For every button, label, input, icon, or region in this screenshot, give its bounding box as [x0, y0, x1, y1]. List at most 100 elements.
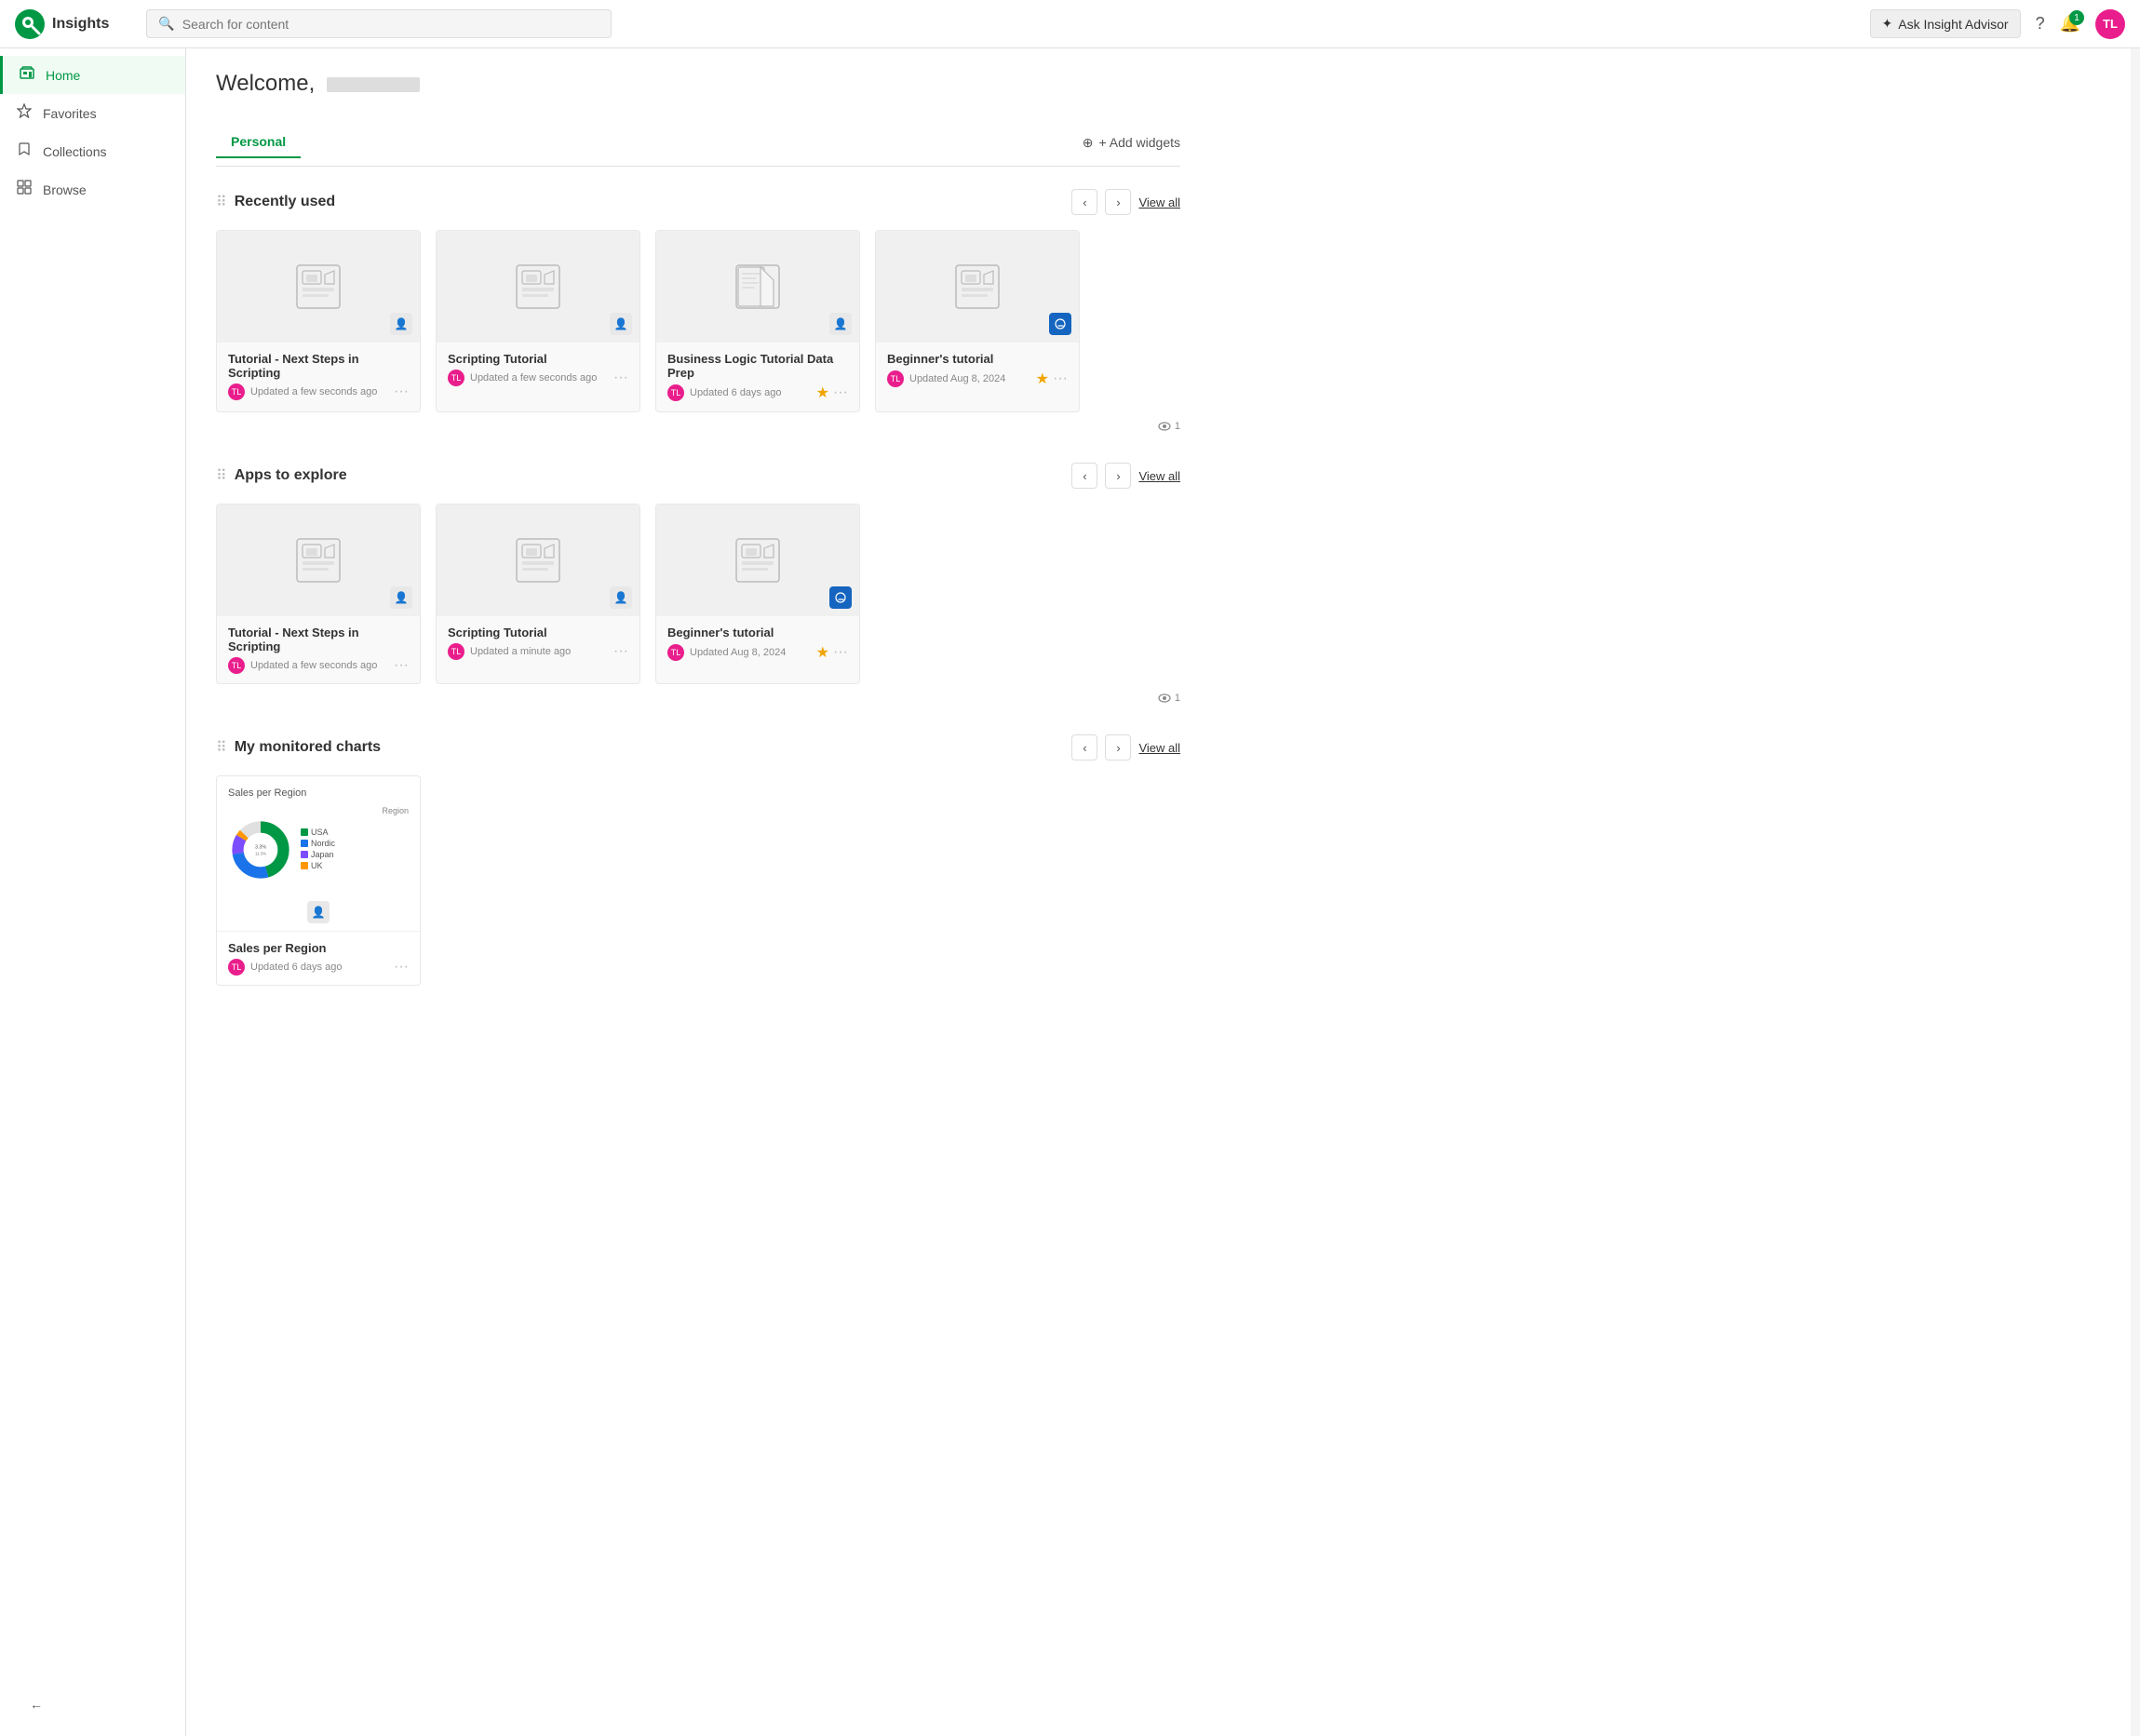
card-avatar-3: TL	[887, 370, 904, 387]
card-apps-0[interactable]: 👤 Tutorial - Next Steps in Scripting TL …	[216, 504, 421, 684]
card-thumb-3	[876, 231, 1079, 343]
monitored-charts-header: ⠿ My monitored charts ‹ › View all	[216, 734, 1180, 760]
card-more-button-2[interactable]: ···	[833, 384, 848, 402]
card-recently-used-3[interactable]: Beginner's tutorial TL Updated Aug 8, 20…	[875, 230, 1080, 412]
sidebar-item-home[interactable]: Home	[0, 56, 185, 94]
app-thumb-icon	[734, 263, 781, 310]
star-icon	[15, 103, 34, 123]
sidebar-item-label-home: Home	[46, 68, 80, 83]
notifications-button[interactable]: 🔔 1	[2060, 14, 2080, 34]
recently-used-nav: ‹ › View all	[1071, 189, 1180, 215]
recently-used-prev-button[interactable]: ‹	[1071, 189, 1097, 215]
card-more-button-3[interactable]: ···	[1053, 370, 1068, 388]
card-recently-used-0[interactable]: 👤 Tutorial - Next Steps in Scripting TL …	[216, 230, 421, 412]
collapse-icon: ←	[30, 1697, 43, 1712]
recently-used-next-button[interactable]: ›	[1105, 189, 1131, 215]
chart-inner-title: Sales per Region	[228, 787, 409, 799]
apps-prev-button[interactable]: ‹	[1071, 463, 1097, 489]
card-avatar-1: TL	[448, 370, 464, 386]
card-more-button-apps-1[interactable]: ···	[613, 643, 628, 660]
sidebar-item-label-favorites: Favorites	[43, 106, 97, 121]
section-title-group: ⠿ Recently used	[216, 193, 335, 211]
card-owner-icon-1: 👤	[610, 313, 632, 335]
welcome-user-blur	[327, 77, 420, 92]
card-owner-icon-3	[1049, 313, 1071, 335]
recently-used-section: ⠿ Recently used ‹ › View all	[216, 189, 1180, 433]
sidebar-item-collections[interactable]: Collections	[0, 132, 185, 170]
apps-to-explore-header: ⠿ Apps to explore ‹ › View all	[216, 463, 1180, 489]
sidebar-item-label-collections: Collections	[43, 144, 106, 159]
qlik-logo-icon	[15, 9, 45, 39]
drag-handle-apps[interactable]: ⠿	[216, 466, 227, 485]
card-more-button-apps-0[interactable]: ···	[394, 657, 409, 674]
search-icon: 🔍	[158, 16, 174, 32]
apps-to-explore-title: Apps to explore	[235, 467, 347, 484]
card-thumb-0: 👤	[217, 231, 420, 343]
card-meta-2: TL Updated 6 days ago	[667, 384, 781, 401]
chart-card-more-button[interactable]: ···	[394, 959, 409, 976]
search-bar[interactable]: 🔍	[146, 9, 612, 38]
apps-to-explore-cards: 👤 Tutorial - Next Steps in Scripting TL …	[216, 504, 1180, 684]
card-apps-1[interactable]: 👤 Scripting Tutorial TL Updated a minute…	[436, 504, 640, 684]
sidebar-item-favorites[interactable]: Favorites	[0, 94, 185, 132]
sidebar-item-browse[interactable]: Browse	[0, 170, 185, 209]
welcome-title: Welcome,	[216, 71, 420, 97]
card-title-3: Beginner's tutorial	[887, 352, 1068, 366]
app-title: Insights	[52, 16, 109, 33]
eye-icon	[1158, 692, 1171, 705]
charts-view-all[interactable]: View all	[1138, 741, 1180, 755]
add-widgets-button[interactable]: ⊕ + Add widgets	[1083, 135, 1180, 151]
card-avatar-0: TL	[228, 384, 245, 400]
card-more-button-1[interactable]: ···	[613, 370, 628, 386]
sidebar-item-label-browse: Browse	[43, 182, 87, 197]
card-star-button-apps-2[interactable]: ★	[816, 643, 829, 662]
card-title-1: Scripting Tutorial	[448, 352, 628, 366]
charts-prev-button[interactable]: ‹	[1071, 734, 1097, 760]
card-footer-1: Scripting Tutorial TL Updated a few seco…	[437, 343, 639, 396]
apps-next-button[interactable]: ›	[1105, 463, 1131, 489]
card-star-button-3[interactable]: ★	[1036, 370, 1049, 388]
drag-handle-charts[interactable]: ⠿	[216, 738, 227, 757]
recently-used-title: Recently used	[235, 194, 335, 210]
topnav-right: ✦ Ask Insight Advisor ? 🔔 1 TL	[1870, 9, 2125, 39]
card-thumb-1: 👤	[437, 231, 639, 343]
apps-view-count: 1	[1158, 692, 1180, 705]
topnav-left: Insights	[15, 9, 109, 39]
recently-used-view-all[interactable]: View all	[1138, 195, 1180, 209]
ask-advisor-button[interactable]: ✦ Ask Insight Advisor	[1870, 9, 2021, 38]
card-star-button-2[interactable]: ★	[816, 384, 829, 402]
recently-used-cards: 👤 Tutorial - Next Steps in Scripting TL …	[216, 230, 1180, 412]
home-icon	[18, 65, 36, 85]
tab-personal[interactable]: Personal	[216, 127, 301, 158]
apps-to-explore-nav: ‹ › View all	[1071, 463, 1180, 489]
card-more-button-0[interactable]: ···	[394, 384, 409, 400]
card-recently-used-1[interactable]: 👤 Scripting Tutorial TL Updated a few se…	[436, 230, 640, 412]
notification-badge: 1	[2069, 10, 2084, 25]
charts-next-button[interactable]: ›	[1105, 734, 1131, 760]
app-thumb-icon	[295, 263, 342, 310]
card-apps-2[interactable]: Beginner's tutorial TL Updated Aug 8, 20…	[655, 504, 860, 684]
bookmark-icon	[15, 141, 34, 161]
apps-to-explore-section: ⠿ Apps to explore ‹ › View all	[216, 463, 1180, 705]
svg-text:3.3%: 3.3%	[255, 844, 266, 850]
avatar[interactable]: TL	[2095, 9, 2125, 39]
apps-view-all[interactable]: View all	[1138, 469, 1180, 483]
donut-chart: 3.3% 11.3%	[228, 817, 293, 882]
browse-icon	[15, 180, 34, 199]
card-owner-icon-2: 👤	[829, 313, 852, 335]
search-input[interactable]	[182, 17, 600, 32]
chart-card-0[interactable]: Sales per Region Region	[216, 775, 421, 986]
help-button[interactable]: ?	[2036, 14, 2045, 34]
eye-icon	[1158, 420, 1171, 433]
card-meta-0: TL Updated a few seconds ago	[228, 384, 377, 400]
card-more-button-apps-2[interactable]: ···	[833, 643, 848, 662]
drag-handle-recently-used[interactable]: ⠿	[216, 193, 227, 211]
card-footer-2: Business Logic Tutorial Data Prep TL Upd…	[656, 343, 859, 411]
section-title-group-apps: ⠿ Apps to explore	[216, 466, 347, 485]
card-recently-used-2[interactable]: 👤 Business Logic Tutorial Data Prep TL U…	[655, 230, 860, 412]
card-meta-1: TL Updated a few seconds ago	[448, 370, 597, 386]
chart-legend-label: Region	[228, 806, 409, 815]
collapse-button[interactable]: ←	[15, 1688, 171, 1721]
tabs: Personal	[216, 127, 301, 158]
scrollbar-area	[2131, 48, 2140, 1736]
